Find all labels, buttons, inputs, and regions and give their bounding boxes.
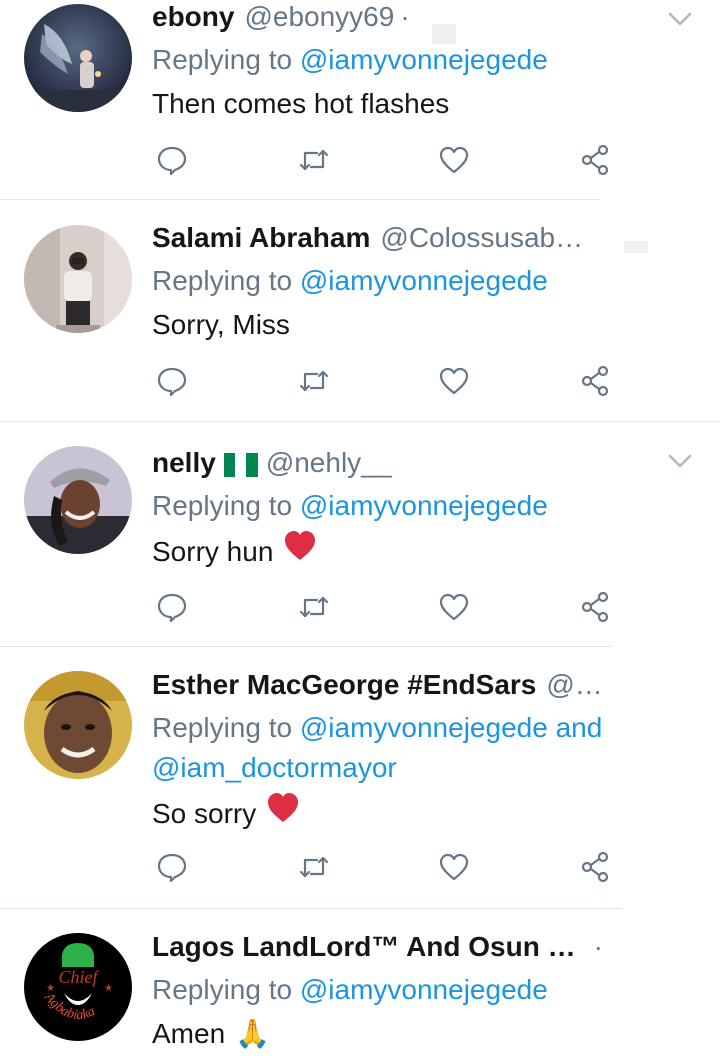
reply-mention-link-2[interactable]: @iam_doctormayor: [152, 752, 397, 783]
tweet-ebony[interactable]: ebony @ebonyy69 · Replying to @iamyvonne…: [0, 0, 720, 200]
tweet-text: Amen 🙏: [152, 1014, 640, 1054]
retweet-button[interactable]: [294, 140, 334, 180]
user-handle[interactable]: @ebonyy69: [244, 0, 394, 34]
speech-bubble-icon: [157, 367, 187, 397]
avatar[interactable]: Chief Agbabiaka ★ ★: [24, 933, 132, 1041]
share-icon: [581, 851, 609, 883]
like-button[interactable]: [434, 847, 474, 887]
replying-to: Replying to @iamyvonnejegede: [152, 40, 624, 80]
red-heart-emoji: [266, 792, 300, 835]
avatar[interactable]: [24, 446, 132, 554]
avatar[interactable]: [24, 4, 132, 112]
tweet-body: Sorry hun: [152, 535, 274, 567]
tweet-body: So sorry: [152, 797, 257, 829]
placeholder-block: [624, 241, 648, 253]
placeholder-block: [432, 24, 456, 44]
like-button[interactable]: [434, 587, 474, 627]
like-button[interactable]: [434, 140, 474, 180]
replying-to: Replying to @iamyvonnejegede and @iam_do…: [152, 708, 632, 788]
reply-button[interactable]: [152, 587, 192, 627]
red-heart-emoji: [283, 530, 317, 573]
replying-prefix: Replying to: [152, 974, 293, 1005]
heart-icon: [439, 593, 469, 621]
like-button[interactable]: [434, 361, 474, 401]
tweet-body: Sorry, Miss: [152, 309, 290, 340]
heart-icon: [439, 853, 469, 881]
retweet-button[interactable]: [294, 361, 334, 401]
replying-to: Replying to @iamyvonnejegede: [152, 970, 640, 1010]
user-handle[interactable]: @nehly__: [266, 446, 393, 480]
reply-joiner: and: [555, 712, 603, 743]
tweet-nelly[interactable]: nelly @nehly__ Replying to @iamyvonnejeg…: [0, 422, 720, 647]
reply-mention-link[interactable]: @iamyvonnejegede: [300, 712, 548, 743]
tweet-esther-macgeorge[interactable]: Esther MacGeorge #EndSars @… Replying to…: [0, 647, 720, 909]
heart-icon: [439, 146, 469, 174]
svg-text:★: ★: [46, 983, 55, 994]
retweet-icon: [299, 149, 329, 171]
replying-prefix: Replying to: [152, 44, 293, 75]
reply-mention-link[interactable]: @iamyvonnejegede: [300, 490, 548, 521]
tweet-salami-abraham[interactable]: Salami Abraham @Colossusab… Replying to …: [0, 200, 720, 422]
display-name[interactable]: nelly: [152, 446, 216, 480]
replying-prefix: Replying to: [152, 265, 293, 296]
tweet-text: So sorry: [152, 792, 640, 835]
tweet-text: Then comes hot flashes: [152, 84, 624, 124]
speech-bubble-icon: [157, 146, 187, 176]
avatar[interactable]: [24, 671, 132, 779]
chevron-down-icon[interactable]: [665, 446, 695, 476]
share-button[interactable]: [575, 140, 615, 180]
reply-button[interactable]: [152, 140, 192, 180]
retweet-button[interactable]: [294, 587, 334, 627]
reply-button[interactable]: [152, 847, 192, 887]
display-name[interactable]: ebony: [152, 0, 234, 34]
display-name[interactable]: Salami Abraham: [152, 221, 370, 255]
retweet-button[interactable]: [294, 847, 334, 887]
tweet-lagos-landlord[interactable]: Chief Agbabiaka ★ ★ Lagos LandLord™ And …: [0, 909, 720, 1061]
share-icon: [581, 365, 609, 397]
separator-dot: ·: [400, 1, 410, 32]
reply-mention-link[interactable]: @iamyvonnejegede: [300, 265, 548, 296]
display-name[interactable]: Lagos LandLord™ And Osun …: [152, 930, 576, 964]
retweet-icon: [299, 596, 329, 618]
share-button[interactable]: [575, 587, 615, 627]
reply-mention-link[interactable]: @iamyvonnejegede: [300, 44, 548, 75]
display-name[interactable]: Esther MacGeorge #EndSars: [152, 668, 536, 702]
folded-hands-emoji: 🙏: [235, 1018, 271, 1049]
tweet-text: Sorry hun: [152, 530, 624, 573]
chevron-down-icon[interactable]: [665, 4, 695, 34]
retweet-icon: [299, 370, 329, 392]
tweet-body: Then comes hot flashes: [152, 88, 450, 119]
replying-to: Replying to @iamyvonnejegede: [152, 486, 624, 526]
avatar[interactable]: [24, 225, 132, 333]
reply-mention-link[interactable]: @iamyvonnejegede: [300, 974, 548, 1005]
avatar-text-chief: Chief: [59, 967, 101, 987]
nigeria-flag-icon: [223, 451, 258, 477]
separator-dot: ·: [593, 931, 603, 962]
share-button[interactable]: [575, 361, 615, 401]
share-button[interactable]: [575, 847, 615, 887]
speech-bubble-icon: [157, 593, 187, 623]
user-handle[interactable]: @…: [546, 668, 602, 702]
replying-prefix: Replying to: [152, 712, 293, 743]
reply-button[interactable]: [152, 361, 192, 401]
heart-icon: [439, 367, 469, 395]
svg-text:★: ★: [104, 983, 113, 994]
share-icon: [581, 591, 609, 623]
user-handle[interactable]: @Colossusab…: [380, 221, 583, 255]
share-icon: [581, 144, 609, 176]
tweet-text: Sorry, Miss: [152, 305, 624, 345]
retweet-icon: [299, 856, 329, 878]
speech-bubble-icon: [157, 853, 187, 883]
replying-prefix: Replying to: [152, 490, 293, 521]
replying-to: Replying to @iamyvonnejegede: [152, 261, 624, 301]
tweet-body: Amen: [152, 1018, 226, 1049]
